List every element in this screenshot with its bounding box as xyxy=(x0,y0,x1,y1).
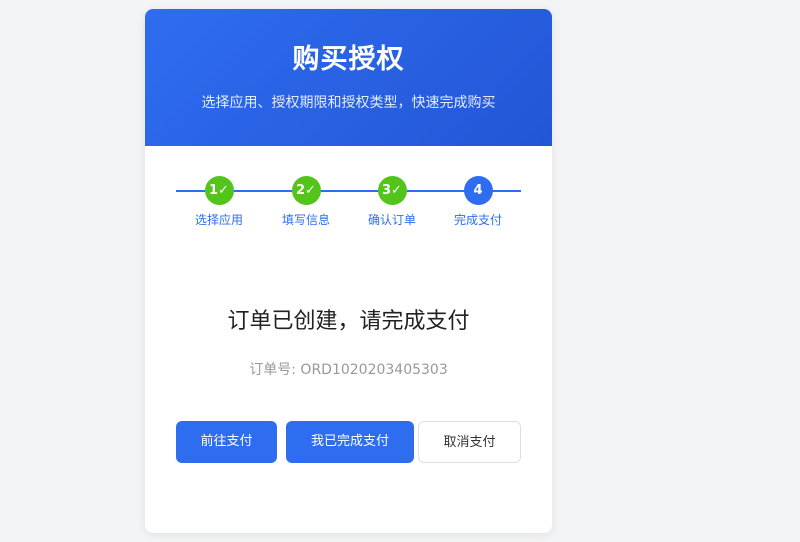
cancel-payment-button[interactable]: 取消支付 xyxy=(418,421,521,463)
step-number-badge: 4 xyxy=(463,176,493,205)
card-header: 购买授权 选择应用、授权期限和授权类型，快速完成购买 xyxy=(145,9,552,146)
step-fill-info: 2✓ 填写信息 xyxy=(266,176,346,228)
progress-steps: 1✓ 选择应用 2✓ 填写信息 3✓ 确认订单 4 完成支付 xyxy=(145,146,552,246)
step-check-icon: 1✓ xyxy=(204,176,234,205)
order-number-label: 订单号: xyxy=(249,362,296,378)
step-confirm-order: 3✓ 确认订单 xyxy=(352,176,432,228)
step-check-icon: 3✓ xyxy=(377,176,407,205)
step-label: 填写信息 xyxy=(281,213,330,227)
page-subtitle: 选择应用、授权期限和授权类型，快速完成购买 xyxy=(201,95,496,111)
step-check-icon: 2✓ xyxy=(291,176,321,205)
purchase-card: 购买授权 选择应用、授权期限和授权类型，快速完成购买 1✓ 选择应用 2✓ 填写… xyxy=(145,9,552,533)
go-pay-button[interactable]: 前往支付 xyxy=(176,421,277,463)
order-status-title: 订单已创建，请完成支付 xyxy=(227,309,470,334)
page-title: 购买授权 xyxy=(292,44,405,75)
order-number-line: 订单号: ORD1020203405303 xyxy=(145,360,552,380)
step-label: 完成支付 xyxy=(453,213,502,227)
page: 购买授权 选择应用、授权期限和授权类型，快速完成购买 1✓ 选择应用 2✓ 填写… xyxy=(0,0,800,542)
step-label: 选择应用 xyxy=(194,213,243,227)
payment-completed-button[interactable]: 我已完成支付 xyxy=(286,421,414,463)
order-number-value: ORD1020203405303 xyxy=(300,362,448,378)
step-complete-payment: 4 完成支付 xyxy=(438,176,518,228)
step-select-app: 1✓ 选择应用 xyxy=(179,176,259,228)
step-label: 确认订单 xyxy=(367,213,416,227)
